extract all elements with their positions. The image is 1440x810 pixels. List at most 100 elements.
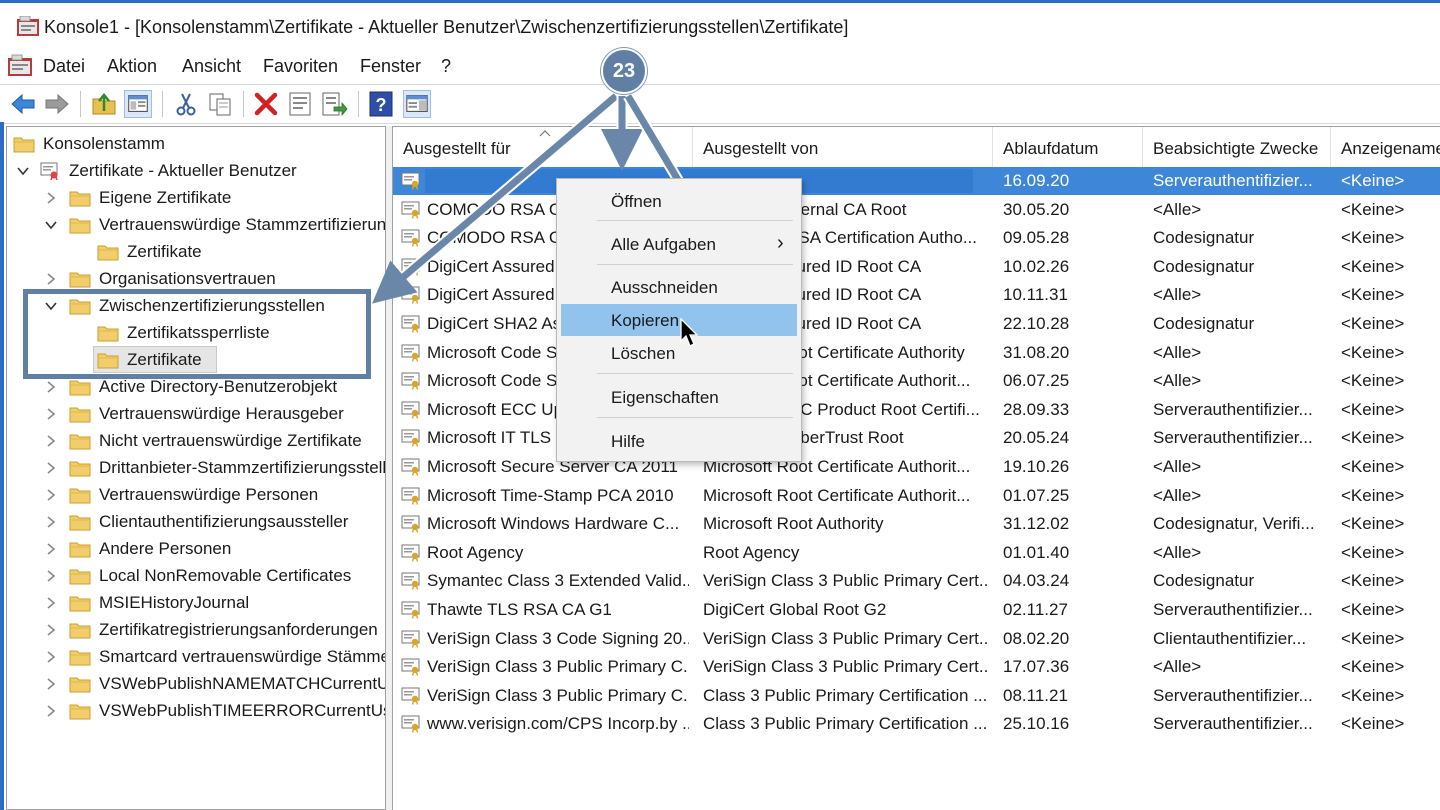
table-row-selected[interactable]: 16.09.20 Serverauthentifizier... <Keine> bbox=[393, 167, 1440, 195]
copy-icon[interactable] bbox=[206, 90, 234, 118]
up-folder-icon[interactable] bbox=[90, 90, 118, 118]
table-row[interactable]: DigiCert Assured ID Code Signing CADigiC… bbox=[393, 253, 1440, 281]
tree-item[interactable]: Smartcard vertrauenswürdige Stämme bbox=[7, 644, 385, 670]
folder-icon bbox=[69, 407, 91, 423]
chevron-right-icon[interactable] bbox=[45, 624, 57, 636]
tree-item[interactable]: Andere Personen bbox=[7, 536, 385, 562]
tree-item[interactable]: MSIEHistoryJournal bbox=[7, 590, 385, 616]
tree-item-label: Drittanbieter-Stammzertifizierungsstelle… bbox=[99, 458, 386, 477]
table-row[interactable]: VeriSign Class 3 Code Signing 20... VeriS… bbox=[393, 625, 1440, 653]
table-row[interactable]: COMODO RSA Certification AuthorityAddTru… bbox=[393, 196, 1440, 224]
tree-item[interactable]: Nicht vertrauenswürdige Zertifikate bbox=[7, 428, 385, 454]
chevron-down-icon[interactable] bbox=[17, 165, 29, 177]
chevron-right-icon[interactable] bbox=[45, 381, 57, 393]
tree-item[interactable]: Local NonRemovable Certificates bbox=[7, 563, 385, 589]
tree-item[interactable]: Vertrauenswürdige Personen bbox=[7, 482, 385, 508]
cut-icon[interactable] bbox=[172, 90, 200, 118]
folder-icon bbox=[69, 596, 91, 612]
forward-arrow-icon[interactable] bbox=[43, 90, 71, 118]
folder-icon bbox=[69, 515, 91, 531]
chevron-right-icon[interactable] bbox=[45, 678, 57, 690]
table-row[interactable]: Microsoft Time-Stamp PCA 2010 Microsoft R… bbox=[393, 482, 1440, 510]
menu-fenster[interactable]: Fenster bbox=[360, 56, 421, 77]
table-cell: <Alle> bbox=[1153, 285, 1202, 305]
help-icon[interactable]: ? bbox=[367, 90, 395, 118]
tree-item[interactable]: Zertifikatregistrierungsanforderungen bbox=[7, 617, 385, 643]
chevron-right-icon[interactable] bbox=[45, 489, 57, 501]
chevron-right-icon[interactable] bbox=[45, 435, 57, 447]
tree-item-root[interactable]: Konsolenstamm bbox=[7, 131, 385, 157]
export-list-icon[interactable] bbox=[320, 90, 348, 118]
chevron-right-icon[interactable] bbox=[45, 543, 57, 555]
properties-icon[interactable] bbox=[286, 90, 314, 118]
table-row[interactable]: COMODO RSA Code Signing CA COMODO RSA Cer… bbox=[393, 224, 1440, 252]
table-row[interactable]: VeriSign Class 3 Public Primary C... Veri… bbox=[393, 653, 1440, 681]
table-cell: <Keine> bbox=[1341, 371, 1405, 391]
table-cell: Microsoft Time-Stamp PCA 2010 bbox=[427, 485, 674, 505]
tree-item[interactable]: Vertrauenswürdige Herausgeber bbox=[7, 401, 385, 427]
tree-item[interactable]: Zertifikate bbox=[7, 239, 385, 265]
back-arrow-icon[interactable] bbox=[9, 90, 37, 118]
column-header-expiration[interactable]: Ablaufdatum bbox=[993, 127, 1143, 167]
table-row[interactable]: DigiCert SHA2 Assured ID Code Signing CA… bbox=[393, 310, 1440, 338]
column-header-friendly-name[interactable]: Anzeigename bbox=[1331, 127, 1440, 167]
chevron-right-icon[interactable] bbox=[45, 570, 57, 582]
action-pane-button[interactable] bbox=[403, 90, 431, 118]
folder-icon bbox=[97, 245, 119, 261]
table-cell: www.verisign.com/CPS Incorp.by ... bbox=[427, 714, 689, 734]
chevron-right-icon[interactable] bbox=[45, 462, 57, 474]
table-cell: Clientauthentifizier... bbox=[1153, 628, 1307, 648]
chevron-down-icon[interactable] bbox=[45, 219, 57, 231]
menu-item-all-tasks[interactable]: Alle Aufgaben › bbox=[561, 228, 797, 260]
menu-favoriten[interactable]: Favoriten bbox=[263, 56, 338, 77]
menu-item-help[interactable]: Hilfe bbox=[561, 425, 797, 457]
console-menu-icon[interactable] bbox=[7, 54, 33, 78]
menu-item-copy[interactable]: Kopieren bbox=[561, 304, 797, 336]
menu-datei[interactable]: Datei bbox=[43, 56, 85, 77]
menu-ansicht[interactable]: Ansicht bbox=[182, 56, 241, 77]
table-row[interactable]: Microsoft Secure Server CA 2011 Microsoft… bbox=[393, 453, 1440, 481]
menu-item-properties[interactable]: Eigenschaften bbox=[561, 381, 797, 413]
column-header-issued-to[interactable]: Ausgestellt für bbox=[393, 127, 693, 167]
table-row[interactable]: www.verisign.com/CPS Incorp.by ... Class … bbox=[393, 710, 1440, 738]
tree-item[interactable]: Vertrauenswürdige Stammzertifizierungsst… bbox=[7, 212, 385, 238]
table-row[interactable]: Symantec Class 3 Extended Valid... VeriSi… bbox=[393, 567, 1440, 595]
column-header-purposes[interactable]: Beabsichtigte Zwecke bbox=[1143, 127, 1331, 167]
menu-aktion[interactable]: Aktion bbox=[107, 56, 157, 77]
menu-help[interactable]: ? bbox=[441, 56, 451, 77]
chevron-right-icon[interactable] bbox=[45, 705, 57, 717]
chevron-right-icon[interactable] bbox=[45, 273, 57, 285]
tree-item-label: Vertrauenswürdige Personen bbox=[99, 485, 319, 504]
tree-item[interactable]: Clientauthentifizierungsaussteller bbox=[7, 509, 385, 535]
menu-item-cut[interactable]: Ausschneiden bbox=[561, 271, 797, 303]
menu-item-open[interactable]: Öffnen bbox=[561, 185, 797, 217]
table-row[interactable]: DigiCert Assured ID Root CA DigiCert Assu… bbox=[393, 281, 1440, 309]
tree-item[interactable]: VSWebPublishNAMEMATCHCurrentUser bbox=[7, 671, 385, 697]
table-row[interactable]: VeriSign Class 3 Public Primary C... Clas… bbox=[393, 682, 1440, 710]
table-row[interactable]: Thawte TLS RSA CA G1 DigiCert Global Root… bbox=[393, 596, 1440, 624]
tree-item[interactable]: Drittanbieter-Stammzertifizierungsstelle… bbox=[7, 455, 386, 481]
tree-item-store[interactable]: Zertifikate - Aktueller Benutzer bbox=[7, 158, 385, 184]
table-row[interactable]: Root Agency Root Agency 01.01.40 <Alle> <Kei… bbox=[393, 539, 1440, 567]
chevron-right-icon[interactable] bbox=[45, 192, 57, 204]
chevron-right-icon[interactable] bbox=[45, 516, 57, 528]
toolbar: ? bbox=[0, 84, 1440, 124]
table-row[interactable]: Microsoft ECC Update Secure Server CAMic… bbox=[393, 396, 1440, 424]
table-cell: 17.07.36 bbox=[1003, 657, 1070, 677]
table-cell: <Keine> bbox=[1341, 600, 1405, 619]
delete-icon[interactable] bbox=[252, 90, 280, 118]
table-row[interactable]: Microsoft IT TLS CA 1 Baltimore CyberTrus… bbox=[393, 424, 1440, 452]
menu-item-delete[interactable]: Löschen bbox=[561, 337, 797, 369]
chevron-right-icon[interactable] bbox=[45, 408, 57, 420]
table-row[interactable]: Microsoft Code Signing PCA 2011 Microsoft… bbox=[393, 367, 1440, 395]
tree-item[interactable]: Eigene Zertifikate bbox=[7, 185, 385, 211]
table-cell: 01.01.40 bbox=[1003, 542, 1070, 562]
show-hide-tree-button[interactable] bbox=[124, 90, 152, 118]
column-header-issued-by[interactable]: Ausgestellt von bbox=[693, 127, 993, 167]
tree-item[interactable]: VSWebPublishTIMEERRORCurrentUser bbox=[7, 698, 385, 724]
chevron-right-icon[interactable] bbox=[45, 651, 57, 663]
table-row[interactable]: Microsoft Code Signing PCA Microsoft Root… bbox=[393, 339, 1440, 367]
chevron-right-icon[interactable] bbox=[45, 597, 57, 609]
table-cell: 20.05.24 bbox=[1003, 428, 1070, 448]
table-row[interactable]: Microsoft Windows Hardware C... Microsoft… bbox=[393, 510, 1440, 538]
